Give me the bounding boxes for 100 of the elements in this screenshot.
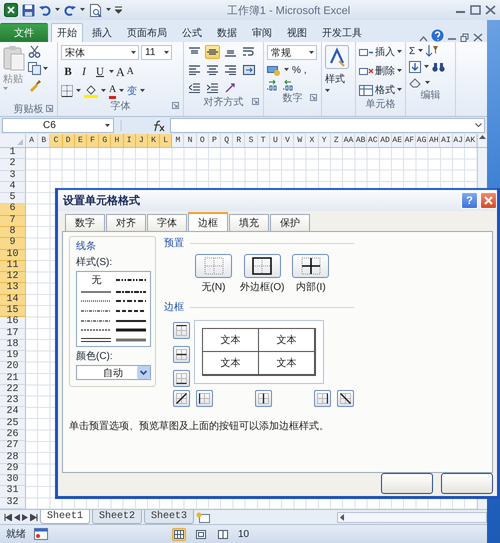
row-header[interactable]: 7: [0, 216, 26, 227]
middle-border-button[interactable]: [173, 346, 190, 363]
line-style-option[interactable]: [81, 337, 112, 344]
caret-icon[interactable]: [424, 65, 429, 69]
column-header[interactable]: G: [99, 134, 112, 147]
line-style-option[interactable]: [81, 308, 112, 314]
dialog-tab[interactable]: 保护: [270, 214, 310, 231]
preset-button[interactable]: [292, 254, 330, 278]
diagonal-down-button[interactable]: [337, 390, 354, 407]
increase-decimal-icon[interactable]: [267, 80, 279, 91]
column-header[interactable]: J: [136, 134, 148, 147]
row-header[interactable]: 2: [0, 159, 26, 171]
phonetic-button[interactable]: 变: [127, 84, 138, 98]
collapse-ribbon-icon[interactable]: [419, 36, 428, 42]
left-border-button[interactable]: [196, 390, 213, 407]
row-header[interactable]: 17: [0, 328, 26, 340]
first-sheet-icon[interactable]: [4, 514, 12, 520]
column-header[interactable]: AG: [416, 134, 428, 147]
column-header[interactable]: D: [62, 134, 75, 147]
caret-icon[interactable]: [309, 50, 314, 54]
column-header[interactable]: AC: [367, 134, 380, 147]
caret-icon[interactable]: [425, 80, 430, 84]
preset-button[interactable]: [244, 254, 281, 278]
caret-icon[interactable]: [397, 88, 402, 92]
font-size-field[interactable]: 11: [141, 45, 172, 60]
cell-command[interactable]: 格式: [375, 83, 395, 97]
grow-font-button[interactable]: A: [116, 64, 125, 79]
cell-command[interactable]: 插入: [375, 45, 395, 59]
eraser-icon[interactable]: [409, 77, 422, 88]
font-style-button[interactable]: I: [77, 64, 91, 79]
spreadsheet-app-icon[interactable]: [4, 3, 18, 17]
line-style-option[interactable]: [116, 327, 146, 334]
column-header[interactable]: N: [184, 134, 197, 147]
column-header[interactable]: T: [258, 134, 270, 147]
row-header[interactable]: 32: [0, 498, 26, 509]
column-header[interactable]: S: [245, 134, 258, 147]
line-style-option[interactable]: 无: [91, 273, 102, 287]
column-header[interactable]: U: [270, 134, 282, 147]
scroll-left-icon[interactable]: [338, 512, 346, 522]
copy-icon[interactable]: [28, 62, 41, 75]
line-style-option[interactable]: [116, 318, 146, 324]
caret-icon[interactable]: [55, 8, 60, 12]
ribbon-tab[interactable]: 插入: [86, 23, 118, 42]
dialog-launcher-icon[interactable]: [310, 94, 317, 101]
row-header[interactable]: 12: [0, 272, 26, 284]
column-header[interactable]: AF: [404, 134, 416, 147]
percent-button[interactable]: %: [292, 64, 301, 76]
column-header[interactable]: K: [148, 134, 160, 147]
styles-button[interactable]: 样式: [325, 72, 352, 86]
dialog-tab[interactable]: 填充: [229, 214, 269, 231]
fill-color-icon[interactable]: [84, 84, 98, 98]
row-header[interactable]: 23: [0, 396, 26, 408]
caret-icon[interactable]: [131, 50, 136, 54]
ribbon-tab[interactable]: 开始: [51, 23, 83, 42]
row-header[interactable]: 26: [0, 430, 26, 442]
column-header[interactable]: O: [196, 134, 209, 147]
save-icon[interactable]: [22, 4, 35, 16]
insert-function-icon[interactable]: [152, 120, 166, 132]
row-header[interactable]: 6: [0, 204, 26, 216]
line-style-option[interactable]: [116, 298, 146, 304]
font-color-button[interactable]: A: [109, 83, 116, 99]
dialog-button[interactable]: [441, 473, 493, 494]
diagonal-up-button[interactable]: [173, 390, 190, 407]
redo-icon[interactable]: [64, 4, 76, 16]
close-icon[interactable]: [473, 33, 483, 42]
borders-icon[interactable]: [61, 85, 73, 97]
line-style-option[interactable]: [81, 318, 112, 324]
cell-styles-icon[interactable]: [325, 45, 349, 69]
line-style-option[interactable]: [116, 277, 146, 283]
font-style-button[interactable]: B: [61, 64, 75, 79]
caret-icon[interactable]: [106, 8, 111, 12]
dialog-launcher-icon[interactable]: [172, 102, 179, 109]
dialog-button[interactable]: [381, 473, 433, 494]
column-header[interactable]: AI: [440, 134, 453, 147]
column-header[interactable]: AH: [428, 134, 440, 147]
row-header[interactable]: 8: [0, 226, 26, 238]
caret-icon[interactable]: [164, 50, 169, 54]
column-header[interactable]: AJ: [452, 134, 465, 147]
comma-button[interactable]: ,: [304, 64, 307, 76]
line-style-option[interactable]: [81, 327, 112, 334]
ribbon-tab[interactable]: 公式: [176, 23, 208, 42]
sort-filter-icon[interactable]: [426, 45, 440, 57]
row-header[interactable]: 16: [0, 317, 26, 328]
row-header[interactable]: 21: [0, 374, 26, 385]
ribbon-tab[interactable]: 文件: [0, 23, 48, 42]
expand-icon[interactable]: [475, 123, 482, 128]
insert-sheet-icon[interactable]: [196, 512, 210, 522]
next-sheet-icon[interactable]: [22, 514, 28, 520]
row-header[interactable]: 28: [0, 452, 26, 464]
row-header[interactable]: 13: [0, 283, 26, 295]
autosum-button[interactable]: Σ: [409, 46, 416, 56]
color-dropdown[interactable]: 自动: [76, 365, 151, 380]
row-header[interactable]: 20: [0, 362, 26, 374]
column-header[interactable]: P: [208, 134, 221, 147]
shrink-font-button[interactable]: A: [126, 64, 134, 79]
caret-icon[interactable]: [80, 8, 85, 12]
column-header[interactable]: Q: [221, 134, 234, 147]
column-header[interactable]: Y: [318, 134, 331, 147]
row-header[interactable]: 22: [0, 384, 26, 396]
print-preview-icon[interactable]: [89, 4, 102, 16]
